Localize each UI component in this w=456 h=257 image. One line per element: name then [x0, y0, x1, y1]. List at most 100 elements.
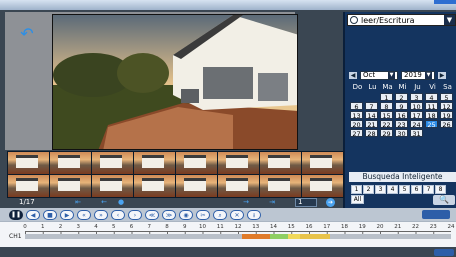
go-page-icon[interactable]: ➔: [326, 198, 335, 207]
thumbnail[interactable]: [8, 175, 49, 197]
channel-checkbox[interactable]: 4: [387, 185, 398, 194]
calendar-day[interactable]: 26: [440, 120, 453, 129]
calendar-day[interactable]: 25: [425, 120, 438, 129]
calendar-day[interactable]: 13: [350, 111, 363, 120]
radio-button-icon[interactable]: [350, 16, 358, 24]
thumbnail[interactable]: [218, 175, 259, 197]
calendar-day[interactable]: 5: [440, 93, 453, 102]
prev-page-icon[interactable]: ←: [98, 198, 110, 206]
calendar-day[interactable]: 18: [425, 111, 438, 120]
channel-checkbox[interactable]: 8: [435, 185, 446, 194]
recording-segment[interactable]: [330, 234, 451, 239]
calendar-day[interactable]: 14: [365, 111, 378, 120]
expand-button[interactable]: [434, 249, 454, 256]
calendar-day[interactable]: 7: [365, 102, 378, 111]
mode-select[interactable]: leer/Escritura ▼: [347, 14, 456, 26]
calendar-day[interactable]: 30: [395, 129, 408, 138]
thumbnail[interactable]: [218, 152, 259, 174]
calendar-day[interactable]: 8: [380, 102, 393, 111]
channel-checkbox[interactable]: 1: [351, 185, 362, 194]
recording-segment[interactable]: [25, 234, 242, 239]
clip-icon[interactable]: ✂: [196, 209, 210, 220]
calendar-day[interactable]: 1: [380, 93, 393, 102]
play-icon[interactable]: ▶: [60, 209, 74, 220]
calendar-day[interactable]: 4: [425, 93, 438, 102]
video-preview[interactable]: [52, 14, 298, 150]
calendar-day[interactable]: 9: [395, 102, 408, 111]
timeline-track[interactable]: [25, 234, 451, 239]
timeline[interactable]: 0 1 2 3 4 5 6 7 8 9 10 11 12 13 14 15 16 17 18 19 20 21 22 23 24…: [0, 221, 456, 247]
channel-checkbox[interactable]: 7: [423, 185, 434, 194]
thumbnail[interactable]: [50, 152, 91, 174]
timeline-scale-button[interactable]: [422, 210, 450, 219]
calendar-day[interactable]: 27: [350, 129, 363, 138]
frame-forward-icon[interactable]: ›: [128, 209, 142, 220]
calendar-day[interactable]: 29: [380, 129, 393, 138]
close-icon[interactable]: ✕: [230, 209, 244, 220]
thumbnail[interactable]: [302, 152, 343, 174]
thumbnail[interactable]: [134, 152, 175, 174]
channel-checkbox[interactable]: 2: [363, 185, 374, 194]
prev-month-icon[interactable]: ◀: [349, 71, 357, 79]
frame-back-icon[interactable]: ‹: [111, 209, 125, 220]
calendar-day[interactable]: 11: [425, 102, 438, 111]
thumbnail[interactable]: [176, 175, 217, 197]
thumbnail[interactable]: [92, 152, 133, 174]
channel-checkbox[interactable]: 5: [399, 185, 410, 194]
thumbnail[interactable]: [92, 175, 133, 197]
back-arrow-icon[interactable]: ↶: [15, 26, 39, 42]
calendar-day[interactable]: 17: [410, 111, 423, 120]
thumbnail[interactable]: [50, 175, 91, 197]
next-month-icon[interactable]: ▶: [438, 71, 446, 79]
thumbnail[interactable]: [260, 152, 301, 174]
pause-icon[interactable]: ❚❚: [9, 209, 23, 220]
thumbnail[interactable]: [302, 175, 343, 197]
zoom-icon[interactable]: ⌕: [213, 209, 227, 220]
month-select[interactable]: Oct ▼: [360, 70, 398, 80]
fast-forward-icon[interactable]: »: [94, 209, 108, 220]
calendar-day[interactable]: 24: [410, 120, 423, 129]
save-icon[interactable]: ⭳: [247, 209, 261, 220]
slow-play-icon[interactable]: ≪: [145, 209, 159, 220]
calendar-day[interactable]: 22: [380, 120, 393, 129]
rewind-icon[interactable]: ◀: [26, 209, 40, 220]
calendar-day[interactable]: 10: [410, 102, 423, 111]
calendar-blank: [350, 93, 363, 101]
calendar-day[interactable]: 20: [350, 120, 363, 129]
next-page-icon[interactable]: →: [240, 198, 252, 206]
calendar-day[interactable]: 19: [440, 111, 453, 120]
calendar-day[interactable]: 23: [395, 120, 408, 129]
thumbnail[interactable]: [8, 152, 49, 174]
calendar-day[interactable]: 2: [395, 93, 408, 102]
chevron-down-icon[interactable]: ▼: [444, 15, 455, 25]
calendar-day[interactable]: 31: [410, 129, 423, 138]
calendar-day[interactable]: 6: [350, 102, 363, 111]
calendar-day[interactable]: 16: [395, 111, 408, 120]
first-page-icon[interactable]: ⇤: [72, 198, 84, 206]
last-page-icon[interactable]: ⇥: [266, 198, 278, 206]
year-select[interactable]: 2019 ▼: [401, 70, 435, 80]
fast-play-icon[interactable]: ≫: [162, 209, 176, 220]
recording-segment[interactable]: [241, 234, 270, 239]
thumbnail[interactable]: [134, 175, 175, 197]
thumbnail[interactable]: [176, 152, 217, 174]
calendar-day[interactable]: 21: [365, 120, 378, 129]
search-button[interactable]: 🔍: [433, 195, 455, 205]
calendar-day[interactable]: 3: [410, 93, 423, 102]
snapshot-icon[interactable]: ◉: [179, 209, 193, 220]
calendar-day[interactable]: 12: [440, 102, 453, 111]
channel-checkbox[interactable]: 3: [375, 185, 386, 194]
fast-backward-icon[interactable]: «: [77, 209, 91, 220]
window-topbar: [0, 0, 456, 10]
all-channels-checkbox[interactable]: All: [351, 195, 364, 204]
calendar-day[interactable]: 15: [380, 111, 393, 120]
recording-segment[interactable]: [287, 234, 301, 239]
thumbnail[interactable]: [260, 175, 301, 197]
recording-segment[interactable]: [269, 234, 288, 239]
page-dot-icon[interactable]: ●: [115, 198, 127, 206]
calendar-day[interactable]: 28: [365, 129, 378, 138]
page-number-input[interactable]: 1: [295, 198, 317, 207]
recording-segment[interactable]: [300, 234, 331, 239]
channel-checkbox[interactable]: 6: [411, 185, 422, 194]
stop-icon[interactable]: ■: [43, 209, 57, 220]
